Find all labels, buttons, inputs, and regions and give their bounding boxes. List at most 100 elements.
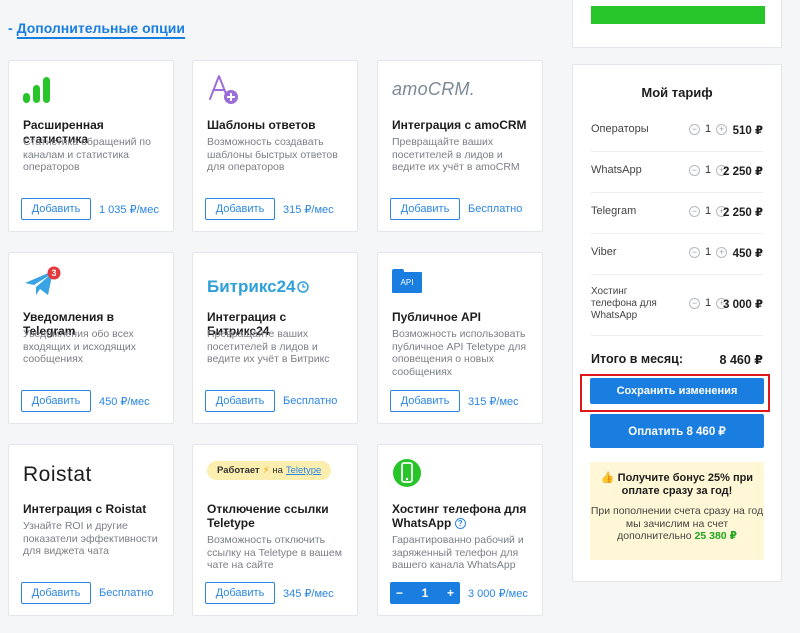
bonus-text-body: При пополнении счета сразу на год мы зач… [590,505,764,542]
tariff-row-operators: Операторы − 1 + 510 ₽ [591,123,763,137]
card-price: 315 ₽/мес [283,204,334,216]
card-description: Превращайте ваших посетителей в лидов и … [207,328,330,365]
add-bitrix24-button[interactable]: Добавить [205,390,275,412]
plus-icon[interactable]: + [716,246,728,258]
phone-icon [392,457,422,489]
card-price: 450 ₽/мес [99,396,150,408]
add-roistat-button[interactable]: Добавить [21,582,91,604]
row-quantity-control: − 1 + [689,297,728,309]
card-price: Бесплатно [99,587,154,599]
divider [591,274,763,275]
save-changes-button[interactable]: Сохранить изменения [590,378,764,404]
row-value: 3 000 ₽ [723,299,763,311]
card-price: 3 000 ₽/мес [468,588,528,600]
add-amocrm-button[interactable]: Добавить [390,198,460,220]
add-templates-button[interactable]: Добавить [205,198,275,220]
divider [591,335,763,336]
row-qty: 1 [705,246,712,258]
tariff-total: Итого в месяц: 8 460 ₽ [591,352,763,367]
option-card-teletype-link: Работает ⚡ на Teletype Отключение ссылки… [192,444,358,616]
amocrm-logo: amoCRM. [392,79,475,111]
minus-icon[interactable]: − [689,164,700,176]
row-label: Telegram [591,205,637,217]
plus-icon[interactable]: + [716,123,728,135]
teletype-badge-text: Работает [217,465,260,476]
top-summary-box [572,0,782,48]
add-statistics-button[interactable]: Добавить [21,198,91,220]
minus-icon[interactable]: − [689,123,700,135]
option-card-amocrm: amoCRM. Интеграция с amoCRM Превращайте … [377,60,543,232]
tariff-row-whatsapp: WhatsApp − 1 + 2 250 ₽ [591,164,763,178]
stepper-minus-button[interactable]: − [396,586,403,600]
roistat-logo-text: Roistat [23,463,92,486]
option-card-statistics: Расширенная статистика Статистика обраще… [8,60,174,232]
bar-chart-icon [23,75,57,107]
api-label: API [392,272,422,293]
card-title: Интеграция с amoCRM [392,118,527,132]
minus-icon[interactable]: − [689,297,700,309]
amocrm-logo-text: amoCRM. [392,79,476,99]
row-value: 2 250 ₽ [723,207,763,219]
minus-icon[interactable]: − [689,246,700,258]
row-quantity-control: − 1 + [689,205,728,217]
divider [591,233,763,234]
row-label: WhatsApp [591,164,642,176]
option-card-api: API Публичное API Возможность использова… [377,252,543,424]
card-description: Гарантированно рабочий и заряженный теле… [392,534,524,571]
card-title: Отключение ссылки Teletype [207,502,329,530]
card-description: Возможность отключить ссылку на Teletype… [207,534,342,571]
option-card-templates: Шаблоны ответов Возможность создавать ша… [192,60,358,232]
row-quantity-control: − 1 + [689,246,728,258]
card-title: Интеграция с Roistat [23,502,147,516]
phone-hosting-stepper[interactable]: − 1 + [390,582,460,604]
divider [591,151,763,152]
card-title: Хостинг телефона для WhatsApp ? [392,502,534,530]
row-qty: 1 [705,164,712,176]
card-description: Узнайте ROI и другие показатели эффектив… [23,520,158,557]
row-value: 510 ₽ [732,125,763,137]
add-telegram-button[interactable]: Добавить [21,390,91,412]
card-description: Превращайте ваших посетителей в лидов и … [392,136,520,173]
tariff-row-phone-hosting: Хостинг телефона для WhatsApp − 1 + 3 00… [591,286,763,326]
bonus-box: 👍 Получите бонус 25% при оплате сразу за… [590,462,764,560]
row-quantity-control: − 1 + [689,123,728,135]
minus-icon[interactable]: − [689,205,700,217]
total-value: 8 460 ₽ [719,353,763,367]
lightning-icon: ⚡ [262,465,270,476]
teletype-badge: Работает ⚡ на Teletype [207,461,332,493]
api-folder-icon: API [392,269,422,301]
row-label: Хостинг телефона для WhatsApp [591,286,657,321]
roistat-logo: Roistat [23,463,92,495]
option-card-roistat: Roistat Интеграция с Roistat Узнайте ROI… [8,444,174,616]
tariff-row-telegram: Telegram − 1 + 2 250 ₽ [591,205,763,219]
section-title: Дополнительные опции [16,20,185,39]
option-card-phone-hosting: Хостинг телефона для WhatsApp ? Гарантир… [377,444,543,616]
add-teletype-link-button[interactable]: Добавить [205,582,275,604]
teletype-badge-link: Teletype [285,465,322,476]
card-price: 345 ₽/мес [283,588,334,600]
help-icon[interactable]: ? [454,518,466,529]
telegram-badge-count: 3 [51,268,56,278]
bitrix24-logo-text: Битрикс24 [207,277,296,296]
bonus-title-text: Получите бонус 25% при оплате сразу за г… [617,472,754,497]
bitrix24-logo: Битрикс24 [207,271,310,303]
divider [591,192,763,193]
teletype-badge-on: на [272,465,283,476]
stepper-plus-button[interactable]: + [447,586,454,600]
card-price: 1 035 ₽/мес [99,204,159,216]
row-label: Операторы [591,123,649,135]
row-qty: 1 [705,297,712,309]
card-description: Уведомления обо всех входящих и исходящи… [23,328,137,365]
section-header[interactable]: - Дополнительные опции [8,20,185,39]
add-api-button[interactable]: Добавить [390,390,460,412]
card-title: Шаблоны ответов [207,118,316,132]
pay-button[interactable]: Оплатить 8 460 ₽ [590,414,764,448]
tariff-heading: Мой тариф [641,85,713,100]
option-card-bitrix24: Битрикс24 Интеграция с Битрикс24 Превращ… [192,252,358,424]
thumbs-up-icon: 👍 [600,472,615,484]
row-qty: 1 [705,205,712,217]
bonus-title: 👍 Получите бонус 25% при оплате сразу за… [590,472,764,498]
row-value: 450 ₽ [732,248,763,260]
row-qty: 1 [705,123,712,135]
card-description: Статистика обращений по каналам и статис… [23,136,151,173]
